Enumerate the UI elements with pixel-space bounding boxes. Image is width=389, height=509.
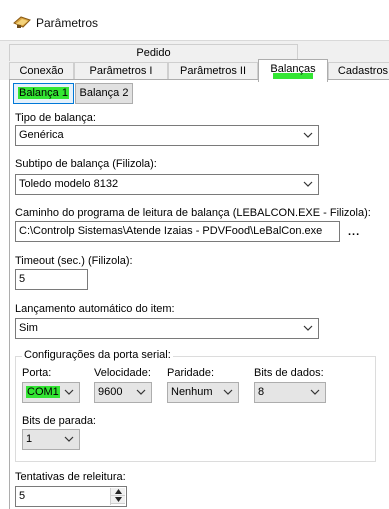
subtipo-balanca-label: Subtipo de balança (Filizola):	[15, 158, 157, 170]
chevron-down-icon	[310, 389, 320, 395]
caminho-label: Caminho do programa de leitura de balanç…	[15, 207, 371, 219]
balanca-1-button[interactable]: Balança 1	[13, 83, 74, 104]
velocidade-select[interactable]: 9600	[94, 382, 152, 403]
browse-button[interactable]: ...	[348, 226, 360, 238]
timeout-input[interactable]: 5	[15, 269, 88, 290]
timeout-label: Timeout (sec.) (Filizola):	[15, 255, 133, 267]
bits-dados-select[interactable]: 8	[254, 382, 326, 403]
tab-strip: Pedido Conexão Parâmetros I Parâmetros I…	[0, 40, 389, 82]
subtipo-balanca-select[interactable]: Toledo modelo 8132	[15, 174, 319, 195]
lancamento-select[interactable]: Sim	[15, 318, 319, 339]
chevron-down-icon	[64, 436, 74, 442]
chevron-down-icon	[303, 132, 313, 138]
tab-balancas[interactable]: Balanças	[258, 59, 328, 82]
caminho-input[interactable]: C:\Controlp Sistemas\Atende Izaias - PDV…	[15, 221, 340, 242]
chevron-down-icon	[303, 325, 313, 331]
paridade-label: Paridade:	[167, 367, 215, 379]
releitura-spin-buttons[interactable]	[110, 488, 125, 505]
app-icon	[13, 16, 31, 28]
balancas-panel: Balança 1 Balança 2 Tipo de balança: Gen…	[9, 79, 389, 509]
releitura-label: Tentativas de releitura:	[15, 471, 126, 483]
tab-pedido[interactable]: Pedido	[9, 44, 298, 61]
balanca-2-button[interactable]: Balança 2	[75, 83, 133, 104]
paridade-select[interactable]: Nenhum	[167, 382, 239, 403]
lancamento-label: Lançamento automático do item:	[15, 303, 175, 315]
window-title: Parâmetros	[36, 16, 99, 30]
velocidade-label: Velocidade:	[94, 367, 151, 379]
bits-dados-label: Bits de dados:	[254, 367, 324, 379]
spin-up-icon[interactable]	[111, 488, 125, 496]
releitura-spinner[interactable]: 5	[15, 486, 127, 507]
chevron-down-icon	[303, 181, 313, 187]
porta-select[interactable]: COM1	[22, 382, 80, 403]
serial-config-caption: Configurações da porta serial:	[22, 349, 173, 361]
chevron-down-icon	[64, 389, 74, 395]
chevron-down-icon	[136, 389, 146, 395]
porta-label: Porta:	[22, 367, 52, 379]
title-bar: Parâmetros	[0, 0, 389, 44]
bits-parada-select[interactable]: 1	[22, 429, 80, 450]
tipo-balanca-select[interactable]: Genérica	[15, 125, 319, 146]
tipo-balanca-label: Tipo de balança:	[15, 112, 96, 124]
bits-parada-label: Bits de parada:	[22, 415, 96, 427]
chevron-down-icon	[223, 389, 233, 395]
spin-down-icon[interactable]	[111, 496, 125, 504]
